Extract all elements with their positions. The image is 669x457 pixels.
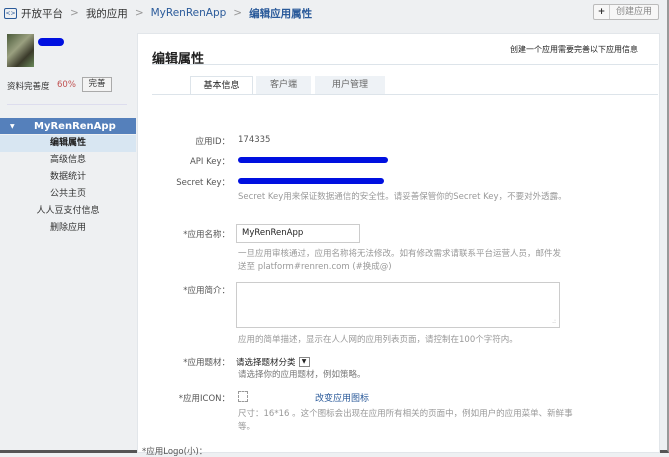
app-category-select[interactable]: 请选择题材分类 ▼ [236, 355, 310, 368]
caret-down-icon: ▼ [10, 122, 15, 130]
sidebar-item-payment-info[interactable]: 人人豆支付信息 [0, 203, 136, 220]
main-panel [137, 33, 660, 453]
app-category-label: *应用题材： [183, 358, 230, 368]
breadcrumb-current: 编辑应用属性 [249, 7, 313, 20]
sidebar-app-header[interactable]: ▼ MyRenRenApp [0, 118, 136, 134]
completeness-value: 60% [57, 80, 76, 90]
plus-icon: + [594, 5, 610, 19]
sidebar-item-public-page[interactable]: 公共主页 [0, 186, 136, 203]
redacted-username [38, 38, 64, 46]
app-id-value: 174335 [238, 135, 271, 145]
sidebar-item-statistics[interactable]: 数据统计 [0, 169, 136, 186]
tab-user-management[interactable]: 用户管理 [315, 76, 385, 94]
tab-basic-info[interactable]: 基本信息 [190, 76, 253, 95]
app-icon-label: *应用ICON： [178, 394, 230, 404]
platform-icon: <> [4, 7, 17, 19]
app-icon-hint: 尺寸：16*16 。这个图标会出现在应用所有相关的页面中，例如用户的应用菜单、新… [238, 409, 573, 432]
category-selected-value: 请选择题材分类 [236, 357, 296, 368]
app-name-input[interactable]: MyRenRenApp [236, 224, 360, 243]
divider [152, 94, 658, 95]
breadcrumb-app[interactable]: MyRenRenApp [151, 7, 227, 19]
app-category-hint: 请选择你的应用题材，例如策略。 [238, 370, 366, 380]
completeness-label: 资料完善度 [7, 82, 50, 92]
change-icon-link[interactable]: 改变应用图标 [315, 391, 369, 404]
page-note: 创建一个应用需要完善以下应用信息 [510, 45, 638, 54]
app-logo-label: *应用Logo(小)： [142, 447, 208, 457]
app-description-textarea[interactable]: .: [236, 282, 560, 328]
api-key-label: API Key： [189, 157, 230, 167]
app-description-label: *应用简介： [183, 286, 230, 296]
app-description-hint: 应用的简单描述，显示在人人网的应用列表页面，请控制在100个字符内。 [238, 335, 518, 345]
app-id-label: 应用ID： [195, 137, 230, 147]
chevron-down-icon: ▼ [298, 356, 310, 367]
redacted-api-key [238, 157, 388, 163]
tab-client[interactable]: 客户端 [256, 76, 311, 94]
sidebar-item-advanced-info[interactable]: 高级信息 [0, 152, 136, 169]
sidebar-item-delete-app[interactable]: 删除应用 [0, 220, 136, 237]
avatar[interactable] [7, 34, 34, 67]
complete-profile-button[interactable]: 完善 [82, 77, 112, 92]
divider [152, 64, 658, 65]
breadcrumb-my-apps[interactable]: 我的应用 [86, 6, 128, 21]
divider [7, 104, 127, 105]
redacted-secret-key [238, 178, 384, 184]
create-app-button[interactable]: + 创建应用 [592, 4, 659, 20]
secret-key-label: Secret Key： [176, 178, 230, 188]
breadcrumb-open-platform[interactable]: 开放平台 [21, 6, 63, 21]
resize-grip-icon[interactable]: .: [552, 318, 556, 325]
app-name-hint: 一旦应用审核通过，应用名称将无法修改。如有修改需求请联系平台运营人员，邮件发送至… [238, 249, 562, 272]
secret-key-hint: Secret Key用来保证数据通信的安全性。请妥善保管你的Secret Key… [238, 192, 567, 202]
sidebar-item-edit-properties[interactable]: 编辑属性 [0, 135, 136, 152]
app-name-label: *应用名称： [183, 230, 230, 240]
app-icon-preview [238, 391, 248, 402]
breadcrumb: <> 开放平台 > 我的应用 > MyRenRenApp > 编辑应用属性 [4, 6, 313, 21]
